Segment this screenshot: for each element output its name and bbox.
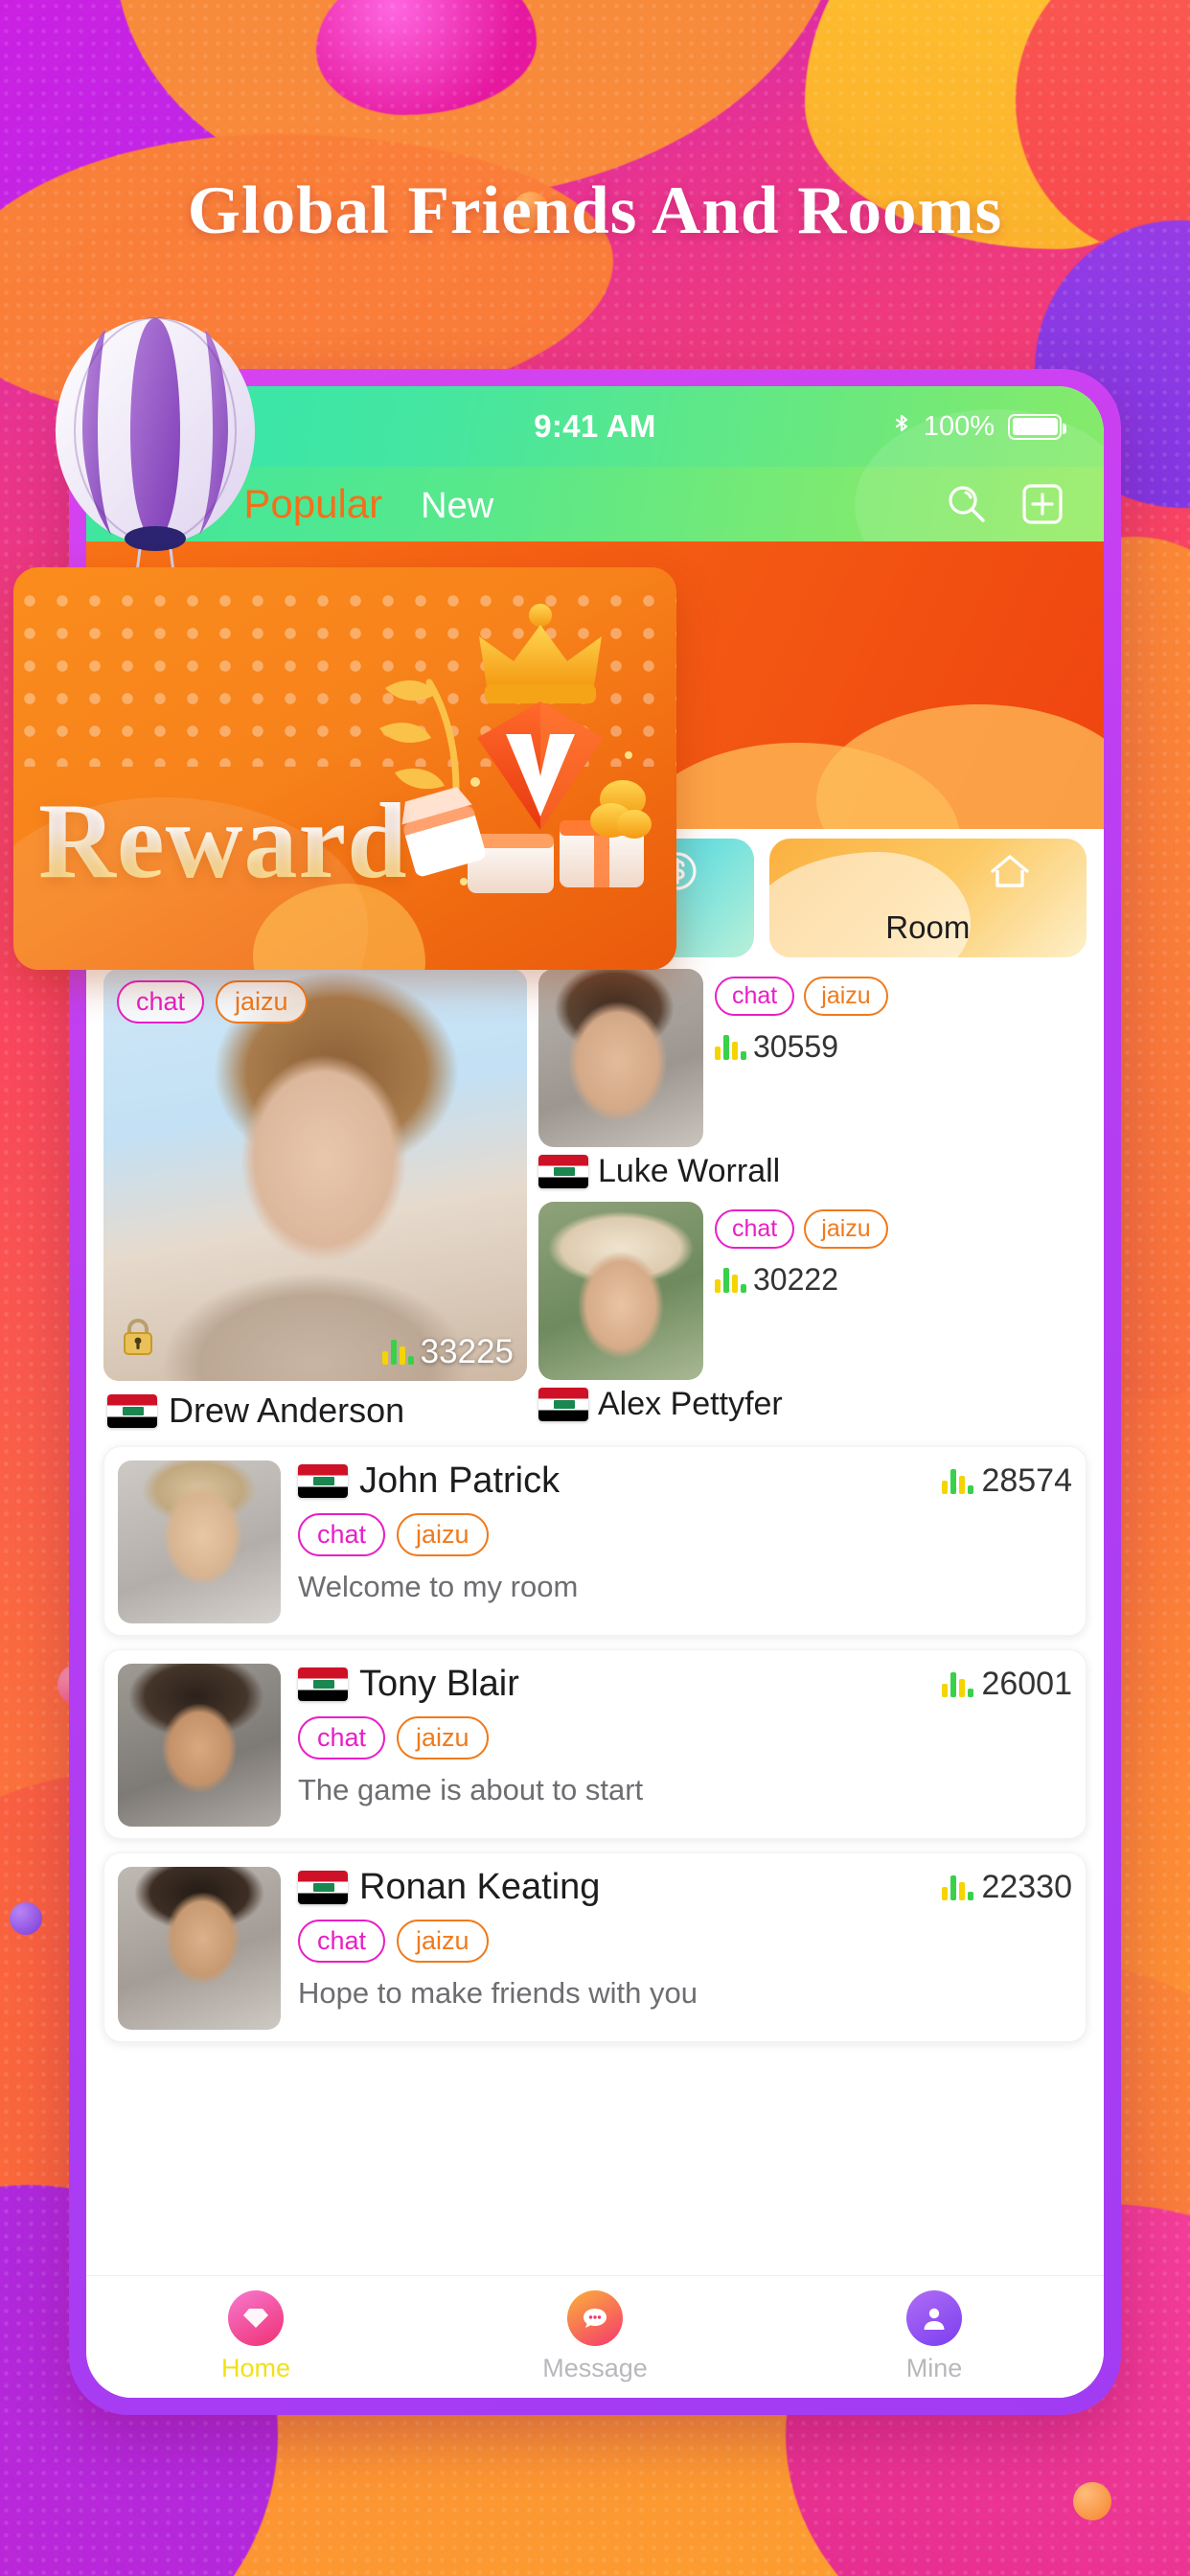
- room-message: Hope to make friends with you: [298, 1976, 698, 2010]
- heat-indicator: 30222: [715, 1262, 1087, 1298]
- tag-jaizu[interactable]: jaizu: [397, 1716, 489, 1760]
- iraq-flag-icon: [107, 1393, 157, 1428]
- chat-bubble-badge-icon: [567, 2290, 623, 2346]
- room-thumbnail: [118, 1867, 281, 2030]
- iraq-flag-icon: [298, 1871, 348, 1904]
- heat-value: 30559: [753, 1029, 838, 1064]
- reward-promo-banner[interactable]: Reward: [13, 567, 676, 970]
- iraq-flag-icon: [298, 1464, 348, 1498]
- featured-card-small[interactable]: chat jaizu 30222 Alex Pettyfer: [538, 1202, 1087, 1423]
- featured-card-small[interactable]: chat jaizu 30559 Luke Worrall: [538, 969, 1087, 1190]
- tag-chat[interactable]: chat: [298, 1920, 386, 1963]
- reward-banner-title: Reward: [38, 782, 408, 901]
- heat-value: 33225: [420, 1333, 514, 1370]
- promo-headline: Global Friends And Rooms: [187, 173, 1003, 248]
- category-label: Room: [885, 909, 971, 945]
- user-name: Alex Pettyfer: [598, 1386, 783, 1422]
- tag-jaizu[interactable]: jaizu: [216, 980, 308, 1024]
- tab-new[interactable]: New: [421, 486, 493, 527]
- tab-home[interactable]: Home: [86, 2290, 425, 2383]
- tag-jaizu[interactable]: jaizu: [397, 1920, 489, 1963]
- featured-grid: chat jaizu 33225 Drew Anderson chat jaiz…: [86, 957, 1104, 1431]
- heat-indicator: 26001: [942, 1666, 1072, 1703]
- tab-label: Mine: [905, 2354, 963, 2382]
- list-item[interactable]: Ronan Keating 22330 chat jaizu Hope to m…: [103, 1852, 1087, 2042]
- featured-photo-small: [538, 1202, 703, 1380]
- bluetooth-icon: [893, 412, 910, 441]
- decorative-sphere: [10, 1902, 42, 1935]
- user-name: Drew Anderson: [169, 1391, 405, 1430]
- tag-chat[interactable]: chat: [715, 977, 795, 1016]
- padlock-icon: [119, 1315, 157, 1368]
- room-list: John Patrick 28574 chat jaizu Welcome to…: [86, 1431, 1104, 2042]
- room-message: Welcome to my room: [298, 1570, 579, 1603]
- signal-bars-icon: [715, 1034, 746, 1060]
- featured-photo-small: [538, 969, 703, 1147]
- tag-jaizu[interactable]: jaizu: [397, 1513, 489, 1556]
- featured-card-large[interactable]: chat jaizu 33225 Drew Anderson: [103, 969, 527, 1431]
- heat-value: 30222: [753, 1262, 838, 1297]
- tab-label: Message: [542, 2354, 648, 2382]
- heat-indicator: 22330: [942, 1869, 1072, 1906]
- tag-chat[interactable]: chat: [298, 1513, 386, 1556]
- heat-indicator: 28574: [942, 1462, 1072, 1500]
- bottom-tab-bar: Home Message Mine: [86, 2275, 1104, 2398]
- heat-value: 28574: [981, 1462, 1072, 1499]
- battery-full-icon: [1008, 413, 1066, 440]
- heat-value: 26001: [981, 1666, 1072, 1702]
- heat-indicator: 30559: [715, 1029, 1087, 1065]
- user-name: Ronan Keating: [359, 1867, 601, 1907]
- signal-bars-icon: [942, 1671, 974, 1697]
- room-thumbnail: [118, 1664, 281, 1827]
- featured-photo: chat jaizu 33225: [103, 969, 527, 1381]
- featured-side-column: chat jaizu 30559 Luke Worrall chat jaizu…: [538, 969, 1087, 1431]
- heat-indicator: 33225: [381, 1333, 514, 1371]
- iraq-flag-icon: [538, 1388, 588, 1421]
- iraq-flag-icon: [538, 1155, 588, 1188]
- tag-jaizu[interactable]: jaizu: [804, 977, 888, 1016]
- heat-value: 22330: [981, 1869, 1072, 1905]
- plus-square-icon[interactable]: [1021, 483, 1064, 525]
- featured-name-row: Alex Pettyfer: [538, 1386, 1087, 1423]
- featured-name-row: Luke Worrall: [538, 1153, 1087, 1190]
- signal-bars-icon: [381, 1340, 414, 1365]
- tab-mine[interactable]: Mine: [765, 2290, 1104, 2383]
- user-name: Luke Worrall: [598, 1153, 781, 1189]
- signal-bars-icon: [942, 1874, 974, 1900]
- room-thumbnail: [118, 1460, 281, 1623]
- tag-jaizu[interactable]: jaizu: [804, 1209, 888, 1249]
- tab-message[interactable]: Message: [425, 2290, 765, 2383]
- list-item[interactable]: John Patrick 28574 chat jaizu Welcome to…: [103, 1446, 1087, 1636]
- user-name: Tony Blair: [359, 1664, 519, 1704]
- list-item[interactable]: Tony Blair 26001 chat jaizu The game is …: [103, 1649, 1087, 1839]
- featured-name-row: Drew Anderson: [103, 1381, 527, 1431]
- diamond-badge-icon: [228, 2290, 284, 2346]
- tag-chat[interactable]: chat: [117, 980, 205, 1024]
- tag-chat[interactable]: chat: [298, 1716, 386, 1760]
- decorative-sphere: [1073, 2482, 1111, 2520]
- user-name: John Patrick: [359, 1460, 561, 1501]
- category-room[interactable]: Room: [768, 839, 1087, 957]
- iraq-flag-icon: [298, 1668, 348, 1701]
- room-message: The game is about to start: [298, 1773, 644, 1806]
- battery-percent-label: 100%: [923, 410, 995, 442]
- search-icon[interactable]: [945, 482, 989, 526]
- tag-chat[interactable]: chat: [715, 1209, 795, 1249]
- house-icon: [983, 846, 1037, 900]
- signal-bars-icon: [715, 1267, 746, 1293]
- tab-label: Home: [220, 2354, 291, 2382]
- person-badge-icon: [906, 2290, 962, 2346]
- signal-bars-icon: [942, 1468, 974, 1494]
- gift-crown-illustration: [372, 594, 659, 939]
